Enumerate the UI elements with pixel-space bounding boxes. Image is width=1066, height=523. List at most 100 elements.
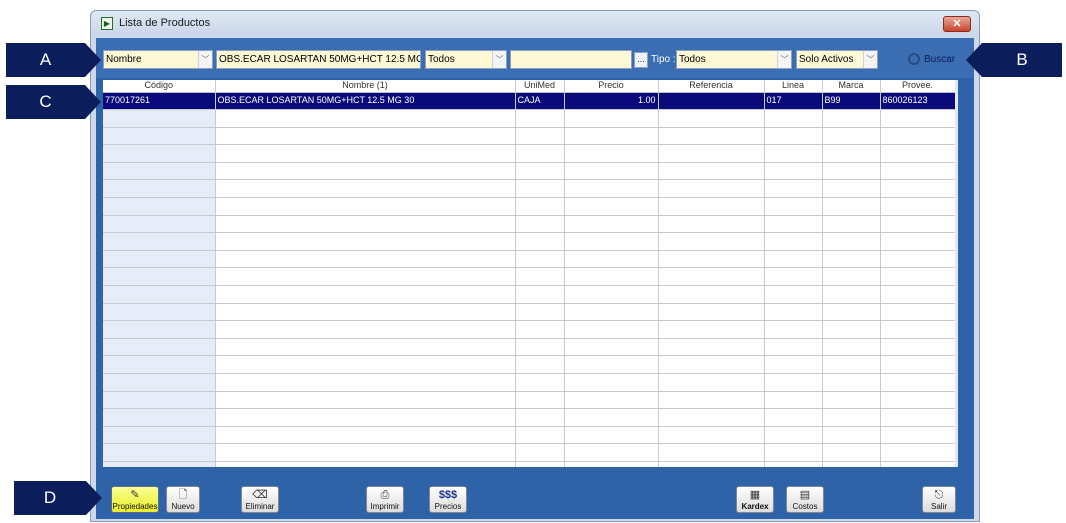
cell-codigo[interactable] <box>103 303 216 322</box>
cell-marca[interactable] <box>822 461 881 467</box>
cell-codigo[interactable] <box>103 338 216 357</box>
cell-nombre[interactable] <box>215 109 516 128</box>
cell-linea[interactable] <box>764 320 823 339</box>
cell-provee[interactable] <box>880 250 956 269</box>
cell-codigo[interactable] <box>103 355 216 374</box>
buscar-button[interactable]: Buscar <box>908 50 955 70</box>
column-header[interactable]: Código <box>103 80 216 93</box>
cell-precio[interactable] <box>564 109 659 128</box>
cell-referencia[interactable] <box>658 144 765 163</box>
search-input[interactable]: OBS.ECAR LOSARTAN 50MG+HCT 12.5 MG 30 <box>216 50 421 69</box>
cell-marca[interactable] <box>822 267 881 287</box>
cell-precio[interactable]: 1.00 <box>564 92 659 111</box>
todos-select[interactable]: Todos ﹀ <box>425 50 507 69</box>
cell-codigo[interactable] <box>103 426 216 445</box>
cell-referencia[interactable] <box>658 250 765 269</box>
cell-nombre[interactable] <box>215 355 516 374</box>
cell-nombre[interactable] <box>215 408 516 427</box>
table-row[interactable] <box>103 215 956 234</box>
precios-button[interactable]: $$$ Precios <box>429 486 467 513</box>
table-row[interactable] <box>103 285 956 304</box>
table-row[interactable] <box>103 303 956 322</box>
table-row[interactable]: 770017261 OBS.ECAR LOSARTAN 50MG+HCT 12.… <box>103 92 956 111</box>
cell-codigo[interactable] <box>103 443 216 462</box>
cell-unimed[interactable] <box>515 232 565 251</box>
cell-nombre[interactable] <box>215 338 516 357</box>
cell-codigo[interactable] <box>103 320 216 339</box>
cell-unimed[interactable] <box>515 355 565 374</box>
cell-unimed[interactable] <box>515 338 565 357</box>
cell-provee[interactable]: 860026123 <box>880 92 956 111</box>
cell-marca[interactable] <box>822 250 881 269</box>
cell-nombre[interactable]: OBS.ECAR LOSARTAN 50MG+HCT 12.5 MG 30 <box>215 92 516 111</box>
cell-codigo[interactable] <box>103 461 216 467</box>
cell-linea[interactable] <box>764 303 823 322</box>
cell-referencia[interactable] <box>658 215 765 234</box>
cell-marca[interactable] <box>822 443 881 462</box>
cell-precio[interactable] <box>564 320 659 339</box>
extra-filter-input[interactable] <box>510 50 632 69</box>
table-row[interactable] <box>103 443 956 462</box>
campo-select[interactable]: Nombre ﹀ <box>103 50 213 69</box>
cell-precio[interactable] <box>564 355 659 374</box>
cell-linea[interactable] <box>764 162 823 181</box>
chevron-down-icon[interactable]: ﹀ <box>492 51 506 68</box>
cell-nombre[interactable] <box>215 426 516 445</box>
cell-precio[interactable] <box>564 127 659 146</box>
cell-marca[interactable] <box>822 232 881 251</box>
imprimir-button[interactable]: ⎙ Imprimir <box>366 486 404 513</box>
cell-provee[interactable] <box>880 408 956 427</box>
cell-provee[interactable] <box>880 144 956 163</box>
cell-marca[interactable] <box>822 127 881 146</box>
cell-marca[interactable]: B99 <box>822 92 881 111</box>
cell-codigo[interactable] <box>103 373 216 392</box>
chevron-down-icon[interactable]: ﹀ <box>777 51 791 68</box>
cell-referencia[interactable] <box>658 408 765 427</box>
cell-nombre[interactable] <box>215 197 516 216</box>
cell-linea[interactable] <box>764 179 823 199</box>
cell-nombre[interactable] <box>215 127 516 146</box>
table-row[interactable] <box>103 144 956 163</box>
cell-unimed[interactable] <box>515 443 565 462</box>
cell-unimed[interactable] <box>515 215 565 234</box>
column-header[interactable]: Nombre (1) <box>215 80 516 93</box>
cell-unimed[interactable] <box>515 127 565 146</box>
table-row[interactable] <box>103 197 956 216</box>
cell-provee[interactable] <box>880 373 956 392</box>
cell-provee[interactable] <box>880 197 956 216</box>
table-row[interactable] <box>103 355 956 374</box>
cell-codigo[interactable] <box>103 232 216 251</box>
cell-marca[interactable] <box>822 109 881 128</box>
cell-precio[interactable] <box>564 303 659 322</box>
cell-provee[interactable] <box>880 338 956 357</box>
cell-nombre[interactable] <box>215 285 516 304</box>
cell-marca[interactable] <box>822 355 881 374</box>
column-header[interactable]: Linea <box>764 80 823 93</box>
cell-precio[interactable] <box>564 338 659 357</box>
cell-marca[interactable] <box>822 408 881 427</box>
products-table[interactable]: Código Nombre (1) UniMed Precio Referenc… <box>103 80 958 467</box>
cell-unimed[interactable] <box>515 197 565 216</box>
cell-referencia[interactable] <box>658 179 765 199</box>
cell-marca[interactable] <box>822 285 881 304</box>
cell-provee[interactable] <box>880 391 956 410</box>
cell-marca[interactable] <box>822 215 881 234</box>
table-row[interactable] <box>103 461 956 467</box>
cell-referencia[interactable] <box>658 355 765 374</box>
column-header[interactable]: Marca <box>822 80 881 93</box>
cell-precio[interactable] <box>564 197 659 216</box>
cell-referencia[interactable] <box>658 232 765 251</box>
cell-referencia[interactable] <box>658 162 765 181</box>
cell-precio[interactable] <box>564 179 659 199</box>
table-row[interactable] <box>103 408 956 427</box>
cell-linea[interactable] <box>764 443 823 462</box>
cell-provee[interactable] <box>880 285 956 304</box>
salir-button[interactable]: ⎋ Salir <box>922 486 956 513</box>
cell-precio[interactable] <box>564 232 659 251</box>
cell-marca[interactable] <box>822 303 881 322</box>
cell-linea[interactable] <box>764 250 823 269</box>
cell-linea[interactable] <box>764 109 823 128</box>
table-row[interactable] <box>103 320 956 339</box>
cell-unimed[interactable] <box>515 162 565 181</box>
cell-nombre[interactable] <box>215 162 516 181</box>
